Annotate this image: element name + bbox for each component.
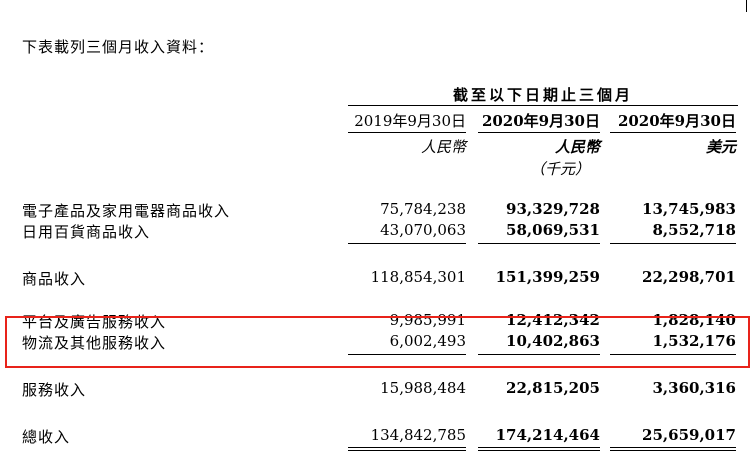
value-2020-usd: 3,360,316 xyxy=(652,379,736,397)
highlight-box xyxy=(5,316,750,368)
currency-2020-rmb: 人民幣 xyxy=(554,138,600,156)
row-label-total-revenue: 總收入 xyxy=(22,428,71,446)
total-double-rule xyxy=(610,447,736,448)
value-2020-rmb: 22,815,205 xyxy=(506,379,600,397)
total-double-rule xyxy=(478,450,600,451)
row-label-service-revenue: 服務收入 xyxy=(22,381,87,399)
row-label-product-revenue: 商品收入 xyxy=(22,270,87,288)
subtotal-rule xyxy=(478,243,600,244)
column-rule-2020-usd xyxy=(610,132,736,133)
value-2020-rmb: 174,214,464 xyxy=(495,426,600,444)
value-2019: 118,854,301 xyxy=(370,268,466,286)
value-2020-usd: 22,298,701 xyxy=(642,268,736,286)
column-date-2019: 2019年9月30日 xyxy=(354,112,466,130)
column-rule-2020-rmb xyxy=(478,132,600,133)
row-label-electronics: 電子產品及家用電器商品收入 xyxy=(22,202,231,220)
period-rule xyxy=(348,105,738,106)
value-2020-rmb: 151,399,259 xyxy=(495,268,600,286)
total-double-rule xyxy=(478,447,600,448)
currency-2019: 人民幣 xyxy=(420,138,466,156)
intro-text: 下表載列三個月收入資料： xyxy=(22,38,215,56)
subtotal-rule xyxy=(348,243,466,244)
value-2020-usd: 13,745,983 xyxy=(642,200,736,218)
total-double-rule xyxy=(348,447,466,448)
currency-2020-usd: 美元 xyxy=(705,138,736,156)
value-2019: 15,988,484 xyxy=(380,379,466,397)
corner-line xyxy=(746,0,747,12)
subtotal-rule xyxy=(610,243,736,244)
column-date-2020-usd: 2020年9月30日 xyxy=(617,112,736,130)
value-2020-rmb: 93,329,728 xyxy=(506,200,600,218)
row-label-general-merchandise: 日用百貨商品收入 xyxy=(22,223,151,241)
value-2020-usd: 8,552,718 xyxy=(652,221,736,239)
unit-label: （千元） xyxy=(529,160,590,178)
period-header: 截至以下日期止三個月 xyxy=(452,86,633,104)
value-2019: 134,842,785 xyxy=(370,426,466,444)
value-2020-usd: 25,659,017 xyxy=(642,426,736,444)
value-2019: 43,070,063 xyxy=(380,221,466,239)
column-rule-2019 xyxy=(348,132,466,133)
total-double-rule xyxy=(610,450,736,451)
total-double-rule xyxy=(348,450,466,451)
column-date-2020-rmb: 2020年9月30日 xyxy=(481,112,600,130)
value-2020-rmb: 58,069,531 xyxy=(506,221,600,239)
value-2019: 75,784,238 xyxy=(380,200,466,218)
